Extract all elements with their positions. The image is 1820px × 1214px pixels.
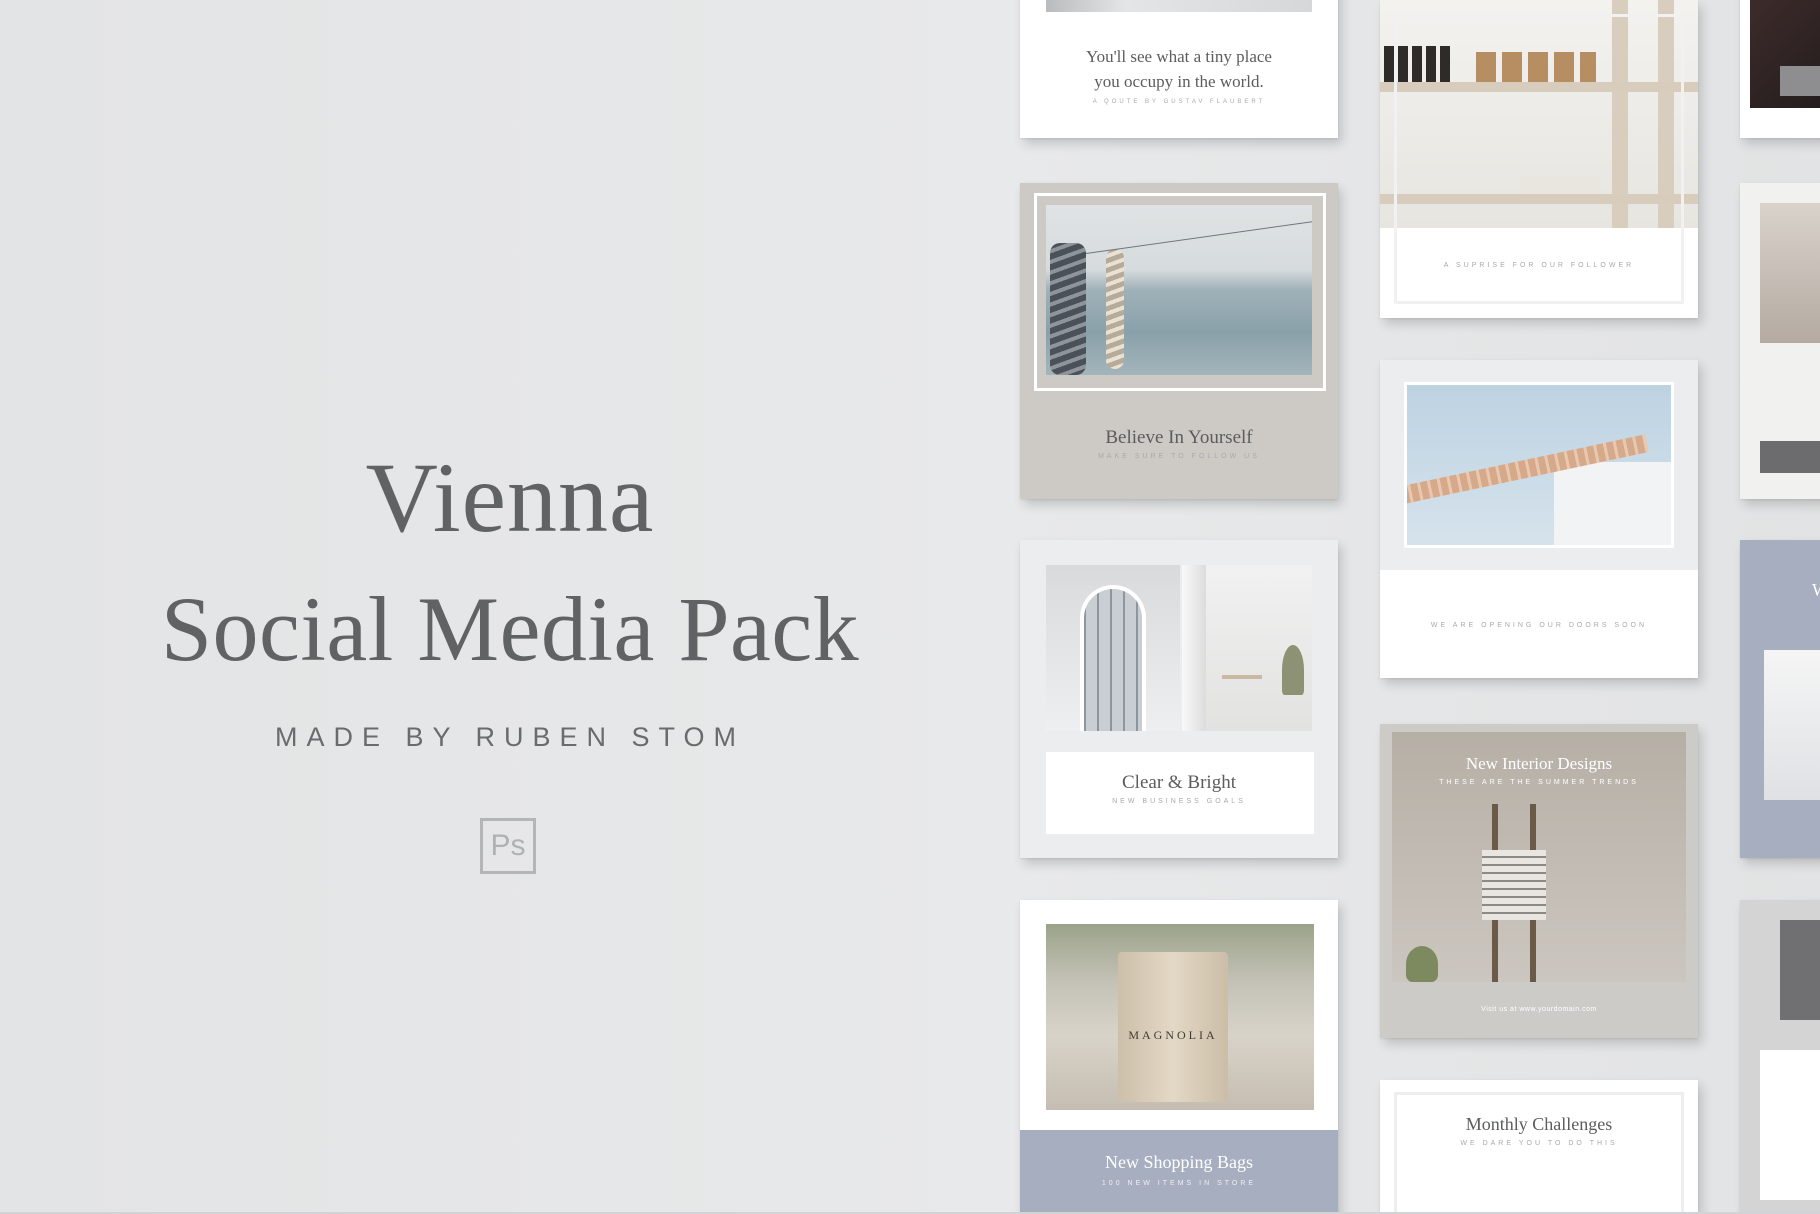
card-partial-blue: W — [1740, 540, 1820, 858]
bags-title: New Shopping Bags — [1105, 1152, 1253, 1172]
card-partial-top — [1740, 0, 1820, 138]
card-partial-marble — [1740, 183, 1820, 499]
monthly-title: Monthly Challenges — [1465, 1114, 1613, 1134]
card-shopping-bags: MAGNOLIA New Shopping Bags 100 NEW ITEMS… — [1020, 900, 1338, 1214]
author-byline: MADE BY RUBEN STOM — [274, 722, 746, 752]
arched-window — [1080, 585, 1146, 731]
photoshop-icon-label: Ps — [490, 829, 526, 862]
hat-photo — [1760, 203, 1820, 343]
bag-label: MAGNOLIA — [1128, 1028, 1218, 1042]
quote-attribution: A QOUTE BY GUSTAV FLAUBERT — [1092, 99, 1266, 105]
plant — [1282, 645, 1304, 695]
interior-subtitle: THESE ARE THE SUMMER TRENDS — [1439, 779, 1639, 786]
table — [1222, 675, 1262, 679]
monthly-subtitle: WE DARE YOU TO DO THIS — [1460, 1140, 1618, 1147]
clear-title: Clear & Bright — [1122, 772, 1236, 793]
arched-window-photo — [1046, 565, 1180, 731]
quote-text-line1: You'll see what a tiny place — [1086, 47, 1272, 66]
card-believe: Believe In Yourself MAKE SURE TO FOLLOW … — [1020, 183, 1338, 499]
card-roof: WE ARE OPENING OUR DOORS SOON — [1380, 360, 1698, 678]
bag-boardwalk-photo: MAGNOLIA — [1046, 924, 1314, 1110]
card-shelf: A SUPRISE FOR OUR FOLLOWER — [1380, 0, 1698, 318]
photo-frame — [1034, 193, 1326, 391]
card-quote: You'll see what a tiny place you occupy … — [1020, 0, 1338, 138]
bags-subtitle: 100 NEW ITEMS IN STORE — [1101, 1180, 1257, 1187]
card-monthly: Monthly Challenges WE DARE YOU TO DO THI… — [1380, 1080, 1698, 1214]
interior-footer: Visit us at www.yourdomain.com — [1481, 1006, 1597, 1013]
tote-bag — [1118, 952, 1228, 1102]
title-vienna: Vienna — [365, 442, 655, 553]
interior-title: New Interior Designs — [1465, 754, 1613, 773]
believe-subtitle: MAKE SURE TO FOLLOW US — [1098, 453, 1260, 460]
believe-title: Believe In Yourself — [1105, 427, 1253, 448]
quote-photo-strip — [1046, 0, 1312, 12]
white-block — [1760, 1050, 1820, 1200]
blue-card-photo — [1764, 650, 1820, 800]
card-interior: New Interior Designs THESE ARE THE SUMME… — [1380, 724, 1698, 1038]
partial-letter: W — [1812, 580, 1820, 601]
potted-plant — [1406, 946, 1438, 982]
canvas: Vienna Social Media Pack MADE BY RUBEN S… — [0, 0, 1820, 1214]
quote-text-line2: you occupy in the world. — [1094, 72, 1264, 91]
clear-subtitle: NEW BUSINESS GOALS — [1112, 798, 1246, 805]
roof-frame — [1404, 382, 1674, 548]
title-social-media-pack: Social Media Pack — [160, 578, 860, 680]
photoshop-icon: Ps — [480, 818, 536, 874]
shelf-frame — [1394, 14, 1684, 304]
shelf-subtitle: A SUPRISE FOR OUR FOLLOWER — [1443, 262, 1635, 269]
dark-bar — [1760, 441, 1820, 473]
dark-gray-block — [1780, 920, 1820, 1020]
blanket — [1482, 850, 1546, 920]
card-clear-bright: Clear & Bright NEW BUSINESS GOALS — [1020, 540, 1338, 858]
interior-room-photo — [1182, 565, 1312, 731]
gray-block — [1780, 66, 1820, 96]
hero-section: Vienna Social Media Pack MADE BY RUBEN S… — [0, 0, 1020, 1214]
curtain — [1182, 565, 1206, 731]
roof-subtitle: WE ARE OPENING OUR DOORS SOON — [1430, 622, 1648, 629]
card-partial-gray — [1740, 900, 1820, 1214]
monthly-frame — [1394, 1092, 1684, 1214]
